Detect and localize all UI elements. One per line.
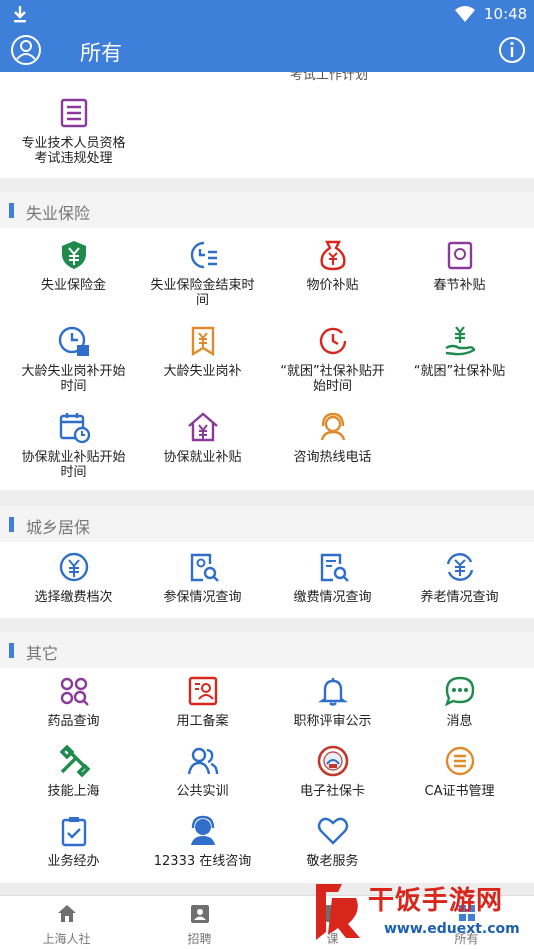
tile-payment-query[interactable]: 缴费情况查询 xyxy=(266,550,399,605)
site-watermark: 干饭手游网 www.eduext.com xyxy=(300,876,534,949)
status-bar: 10:48 xyxy=(0,0,534,28)
section-header-others: 其它 xyxy=(0,632,534,668)
list-circle-icon xyxy=(445,746,474,776)
tile-hotline[interactable]: 咨询热线电话 xyxy=(266,410,399,465)
info-icon[interactable] xyxy=(498,36,526,64)
shield-yuan-icon xyxy=(61,241,86,269)
seal-icon xyxy=(317,745,348,777)
tile-title-review[interactable]: 职称评审公示 xyxy=(266,674,399,729)
yuan-refresh-icon xyxy=(446,553,473,581)
home-icon xyxy=(57,905,76,922)
tile-ca-certificate[interactable]: CA证书管理 xyxy=(393,744,526,799)
others-grid: 药品查询 用工备案 职称评审公示 消息 技能上海 公共实训 电子社保卡 CA证书… xyxy=(0,668,534,883)
tile-older-unemployed-start[interactable]: 大龄失业岗补开始时间 xyxy=(7,324,140,394)
tile-price-subsidy[interactable]: 物价补贴 xyxy=(266,238,399,293)
heart-icon xyxy=(317,817,348,845)
money-bag-icon xyxy=(319,240,346,271)
hand-yuan-icon xyxy=(444,326,475,356)
operator-icon xyxy=(190,815,215,845)
people-icon xyxy=(187,747,218,775)
clock-calendar-icon xyxy=(58,326,89,356)
tile-messages[interactable]: 消息 xyxy=(393,674,526,729)
person-search-icon xyxy=(190,553,219,582)
wifi-icon xyxy=(455,6,475,22)
chat-bubble-icon xyxy=(444,676,474,707)
app-bar: 所有 xyxy=(0,28,534,72)
bell-icon xyxy=(317,678,348,706)
tile-business-handling[interactable]: 业务经办 xyxy=(7,814,140,869)
top-section: 考试工作计划 专业技术人员资格考试违规处理 xyxy=(0,72,534,178)
clock-icon xyxy=(319,327,346,355)
tile-older-unemployed-subsidy[interactable]: 大龄失业岗补 xyxy=(136,324,269,379)
tile-exam-violation[interactable]: 专业技术人员资格考试违规处理 xyxy=(7,96,140,166)
tile-employment-filing[interactable]: 用工备案 xyxy=(136,674,269,729)
tile-12333-online[interactable]: 12333 在线咨询 xyxy=(136,814,269,869)
tile-benefit-end-time[interactable]: 失业保险金结束时间 xyxy=(136,238,269,308)
doc-search-icon xyxy=(320,553,349,582)
document-list-icon xyxy=(60,98,87,128)
tile-unemployment-benefit[interactable]: 失业保险金 xyxy=(7,238,140,293)
section-header-unemployment: 失业保险 xyxy=(0,192,534,228)
unemployment-grid: 失业保险金 失业保险金结束时间 物价补贴 春节补贴 大龄失业岗补开始时间 大龄失… xyxy=(0,228,534,490)
tile-jiukun-start[interactable]: “就困”社保补贴开始时间 xyxy=(266,324,399,394)
tab-recruit[interactable]: 招聘 xyxy=(133,902,266,947)
clipboard-check-icon xyxy=(61,817,86,847)
tile-payment-level[interactable]: 选择缴费档次 xyxy=(7,550,140,605)
tile-public-training[interactable]: 公共实训 xyxy=(136,744,269,799)
yuan-badge-icon xyxy=(191,326,214,357)
tile-e-social-card[interactable]: 电子社保卡 xyxy=(266,744,399,799)
urban-rural-grid: 选择缴费档次 参保情况查询 缴费情况查询 养老情况查询 xyxy=(0,542,534,618)
page-title: 所有 xyxy=(80,41,122,65)
clock-list-icon xyxy=(190,241,217,269)
tile-spring-festival-subsidy[interactable]: 春节补贴 xyxy=(393,238,526,293)
yuan-circle-icon xyxy=(59,552,88,582)
section-marker xyxy=(9,203,14,218)
house-yuan-icon xyxy=(187,412,218,442)
red-envelope-icon xyxy=(447,241,472,270)
tile-skills-shanghai[interactable]: 技能上海 xyxy=(7,744,140,799)
tile-coop-employment-subsidy[interactable]: 协保就业补贴 xyxy=(136,410,269,465)
tab-home[interactable]: 上海人社 xyxy=(0,902,133,947)
tile-jiukun-subsidy[interactable]: “就困”社保补贴 xyxy=(393,324,526,379)
calendar-clock-icon xyxy=(59,413,90,444)
section-marker xyxy=(9,643,14,658)
tools-icon xyxy=(59,744,90,778)
content-scroll[interactable]: 考试工作计划 专业技术人员资格考试违规处理 失业保险 失业保险金 失业保险金结束… xyxy=(0,72,534,895)
cut-off-label: 考试工作计划 xyxy=(290,72,369,83)
watermark-logo-icon xyxy=(316,884,360,940)
tile-enrollment-query[interactable]: 参保情况查询 xyxy=(136,550,269,605)
tile-elderly-service[interactable]: 敬老服务 xyxy=(266,814,399,869)
tile-pension-query[interactable]: 养老情况查询 xyxy=(393,550,526,605)
pills-search-icon xyxy=(60,677,89,706)
tile-coop-employment-start[interactable]: 协保就业补贴开始时间 xyxy=(7,410,140,480)
download-icon xyxy=(14,6,26,23)
section-header-urban-rural: 城乡居保 xyxy=(0,506,534,542)
headset-icon xyxy=(320,412,345,441)
tile-drug-query[interactable]: 药品查询 xyxy=(7,674,140,729)
user-avatar-icon[interactable] xyxy=(10,34,42,66)
section-marker xyxy=(9,517,14,532)
id-card-icon xyxy=(188,676,217,706)
clock-text: 10:48 xyxy=(484,5,528,23)
badge-icon xyxy=(190,905,209,923)
